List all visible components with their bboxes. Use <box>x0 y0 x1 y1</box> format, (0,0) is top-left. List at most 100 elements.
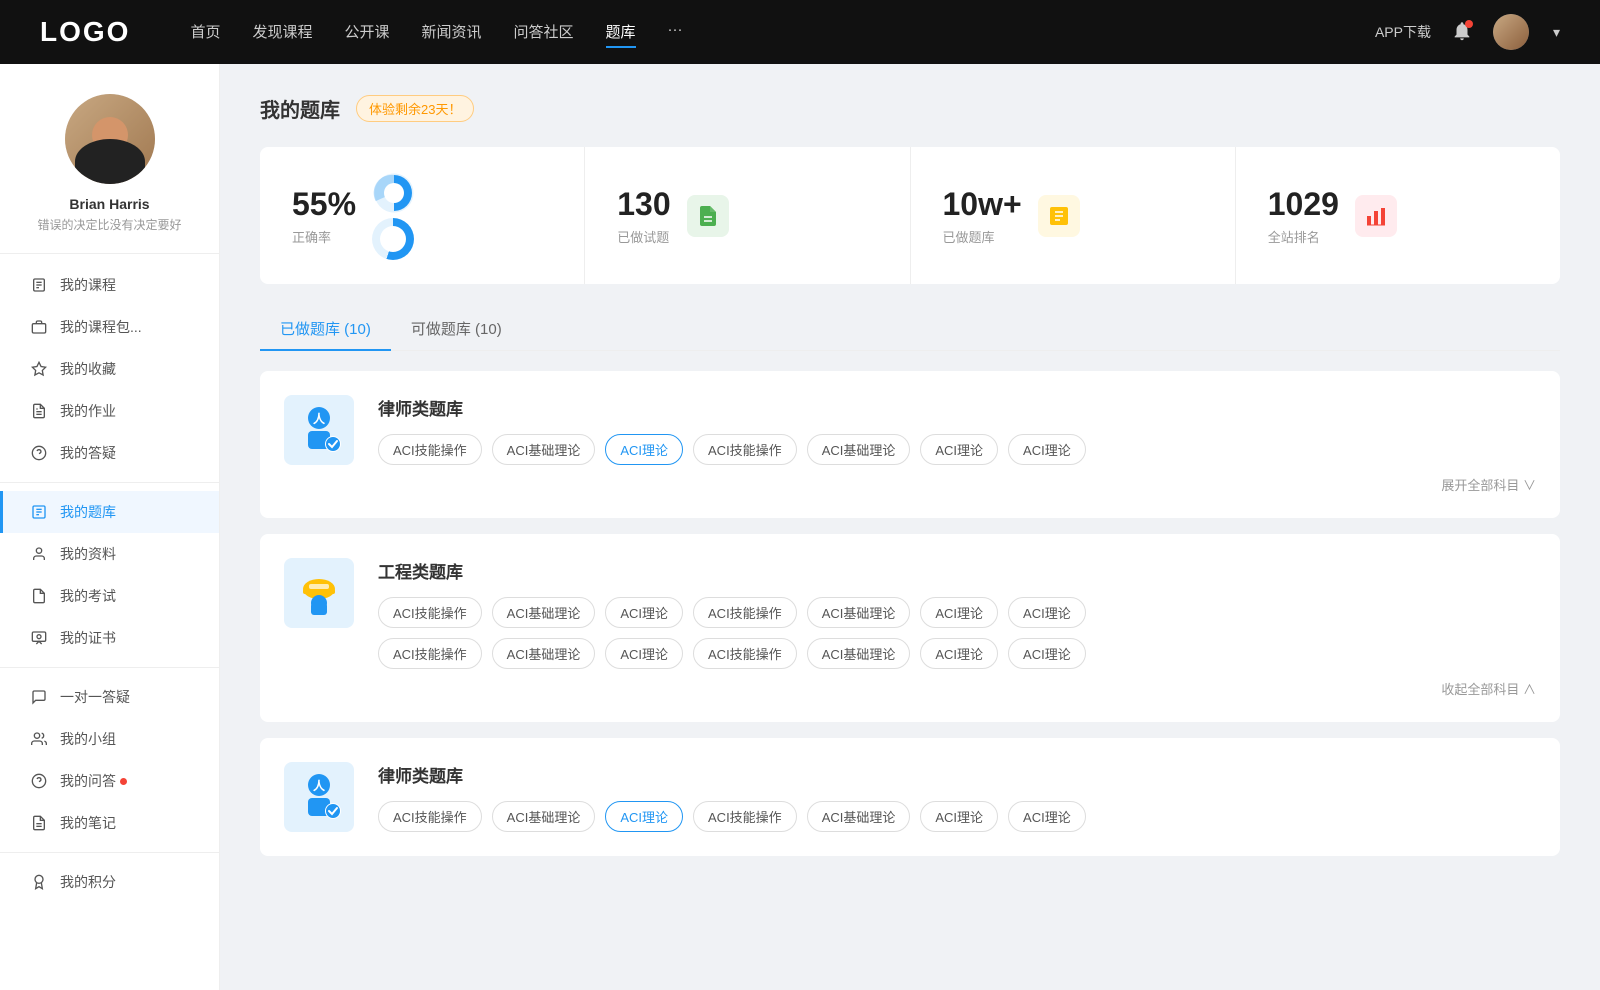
bank-lawyer-1-tags: ACI技能操作 ACI基础理论 ACI理论 ACI技能操作 ACI基础理论 AC… <box>378 434 1536 465</box>
bank-tag[interactable]: ACI基础理论 <box>807 801 911 832</box>
bank-tag[interactable]: ACI理论 <box>920 801 998 832</box>
bank-tag[interactable]: ACI技能操作 <box>378 801 482 832</box>
sidebar-item-homework[interactable]: 我的作业 <box>0 390 219 432</box>
questions-icon <box>30 444 48 462</box>
avatar-image <box>65 94 155 184</box>
bank-tag[interactable]: ACI基础理论 <box>807 597 911 628</box>
bank-tag[interactable]: ACI理论 <box>605 638 683 669</box>
bank-tag[interactable]: ACI技能操作 <box>378 597 482 628</box>
avatar[interactable] <box>1493 14 1529 50</box>
nav-qa[interactable]: 问答社区 <box>514 17 574 48</box>
nav-news[interactable]: 新闻资讯 <box>422 17 482 48</box>
sidebar-motto: 错误的决定比没有决定要好 <box>37 216 181 233</box>
bank-tag[interactable]: ACI基础理论 <box>807 638 911 669</box>
bank-lawyer-2-title: 律师类题库 <box>378 762 1536 787</box>
bank-tag[interactable]: ACI基础理论 <box>492 434 596 465</box>
bank-expand-btn[interactable]: 展开全部科目 ∨ <box>1441 475 1536 494</box>
bank-tag-selected[interactable]: ACI理论 <box>605 801 683 832</box>
stat-banks-text: 10w+ 已做题库 <box>943 186 1022 246</box>
bank-tag[interactable]: ACI理论 <box>920 638 998 669</box>
sidebar-item-quiz[interactable]: 我的题库 <box>0 491 219 533</box>
bank-tag[interactable]: ACI理论 <box>1008 638 1086 669</box>
nav-opencourse[interactable]: 公开课 <box>344 17 389 48</box>
bank-tag[interactable]: ACI技能操作 <box>693 597 797 628</box>
sidebar-item-group[interactable]: 我的小组 <box>0 718 219 760</box>
bank-tag[interactable]: ACI技能操作 <box>693 801 797 832</box>
sidebar-item-exam[interactable]: 我的考试 <box>0 575 219 617</box>
bank-tag[interactable]: ACI理论 <box>920 434 998 465</box>
nav-more[interactable]: ··· <box>668 17 683 48</box>
nav-discover[interactable]: 发现课程 <box>252 17 312 48</box>
stat-done-banks: 10w+ 已做题库 <box>911 147 1236 284</box>
doc-green-icon <box>696 204 720 228</box>
tab-done[interactable]: 已做题库 (10) <box>260 308 391 351</box>
sidebar-label-profile: 我的资料 <box>60 544 116 564</box>
sidebar-divider-3 <box>0 852 219 853</box>
sidebar-item-tutoring[interactable]: 一对一答疑 <box>0 676 219 718</box>
sidebar-item-profile[interactable]: 我的资料 <box>0 533 219 575</box>
bank-tag[interactable]: ACI基础理论 <box>492 638 596 669</box>
doc-yellow-icon <box>1047 204 1071 228</box>
tab-available[interactable]: 可做题库 (10) <box>391 308 522 351</box>
stat-banks-value: 10w+ <box>943 186 1022 223</box>
sidebar-label-tutoring: 一对一答疑 <box>60 687 130 707</box>
bank-tag-selected[interactable]: ACI理论 <box>605 434 683 465</box>
logo: LOGO <box>40 16 130 48</box>
sidebar-avatar <box>65 94 155 184</box>
bank-lawyer-1-content: 律师类题库 ACI技能操作 ACI基础理论 ACI理论 ACI技能操作 ACI基… <box>378 395 1536 494</box>
stat-rank-text: 1029 全站排名 <box>1268 186 1339 246</box>
sidebar-label-myqa: 我的问答 <box>60 771 116 791</box>
sidebar-item-points[interactable]: 我的积分 <box>0 861 219 903</box>
bank-tag[interactable]: ACI技能操作 <box>693 638 797 669</box>
sidebar: Brian Harris 错误的决定比没有决定要好 我的课程 我的课程包... <box>0 64 220 990</box>
bank-tag[interactable]: ACI基础理论 <box>492 801 596 832</box>
bank-tag[interactable]: ACI理论 <box>605 597 683 628</box>
sidebar-item-certificate[interactable]: 我的证书 <box>0 617 219 659</box>
nav-quiz[interactable]: 题库 <box>606 17 636 48</box>
stat-done-text: 130 已做试题 <box>617 186 670 246</box>
sidebar-item-notes[interactable]: 我的笔记 <box>0 802 219 844</box>
page-title: 我的题库 <box>260 94 340 123</box>
bell-button[interactable] <box>1451 20 1473 45</box>
stat-rank-label: 全站排名 <box>1268 227 1339 246</box>
sidebar-label-homework: 我的作业 <box>60 401 116 421</box>
nav-home[interactable]: 首页 <box>190 17 220 48</box>
bank-tag[interactable]: ACI技能操作 <box>378 434 482 465</box>
sidebar-profile: Brian Harris 错误的决定比没有决定要好 <box>0 94 219 254</box>
bank-card-engineer: 工程类题库 ACI技能操作 ACI基础理论 ACI理论 ACI技能操作 ACI基… <box>260 534 1560 722</box>
sidebar-item-questions[interactable]: 我的答疑 <box>0 432 219 474</box>
sidebar-item-myqa[interactable]: 我的问答 <box>0 760 219 802</box>
profile-icon <box>30 545 48 563</box>
page-header: 我的题库 体验剩余23天！ <box>260 94 1560 123</box>
sidebar-item-course[interactable]: 我的课程 <box>0 264 219 306</box>
stat-banks-icon <box>1038 195 1080 237</box>
page-wrap: Brian Harris 错误的决定比没有决定要好 我的课程 我的课程包... <box>0 64 1600 990</box>
user-menu-chevron[interactable]: ▾ <box>1553 24 1560 41</box>
sidebar-label-course-pkg: 我的课程包... <box>60 317 142 337</box>
bank-tag[interactable]: ACI理论 <box>1008 434 1086 465</box>
tutoring-icon <box>30 688 48 706</box>
bank-tag[interactable]: ACI基础理论 <box>807 434 911 465</box>
bank-tag[interactable]: ACI理论 <box>920 597 998 628</box>
bank-tag[interactable]: ACI技能操作 <box>378 638 482 669</box>
bank-engineer-footer: 收起全部科目 ∧ <box>378 679 1536 698</box>
lawyer-2-icon: 人 <box>293 771 345 823</box>
stat-accuracy-text: 55% 正确率 <box>292 186 356 246</box>
app-download[interactable]: APP下载 <box>1375 22 1431 42</box>
bank-tag[interactable]: ACI理论 <box>1008 597 1086 628</box>
nav-right: APP下载 ▾ <box>1375 14 1560 50</box>
bank-tag[interactable]: ACI基础理论 <box>492 597 596 628</box>
sidebar-item-course-pkg[interactable]: 我的课程包... <box>0 306 219 348</box>
bank-engineer-title: 工程类题库 <box>378 558 1536 583</box>
bank-engineer-icon-wrap <box>284 558 354 628</box>
stat-done-questions: 130 已做试题 <box>585 147 910 284</box>
tabs: 已做题库 (10) 可做题库 (10) <box>260 308 1560 351</box>
bank-tag[interactable]: ACI技能操作 <box>693 434 797 465</box>
bank-collapse-btn[interactable]: 收起全部科目 ∧ <box>1441 679 1536 698</box>
stat-accuracy: 55% 正确率 <box>260 147 585 284</box>
bank-tag[interactable]: ACI理论 <box>1008 801 1086 832</box>
bank-engineer-content: 工程类题库 ACI技能操作 ACI基础理论 ACI理论 ACI技能操作 ACI基… <box>378 558 1536 698</box>
stat-accuracy-value: 55% <box>292 186 356 223</box>
stat-done-icon <box>687 195 729 237</box>
sidebar-item-favorites[interactable]: 我的收藏 <box>0 348 219 390</box>
